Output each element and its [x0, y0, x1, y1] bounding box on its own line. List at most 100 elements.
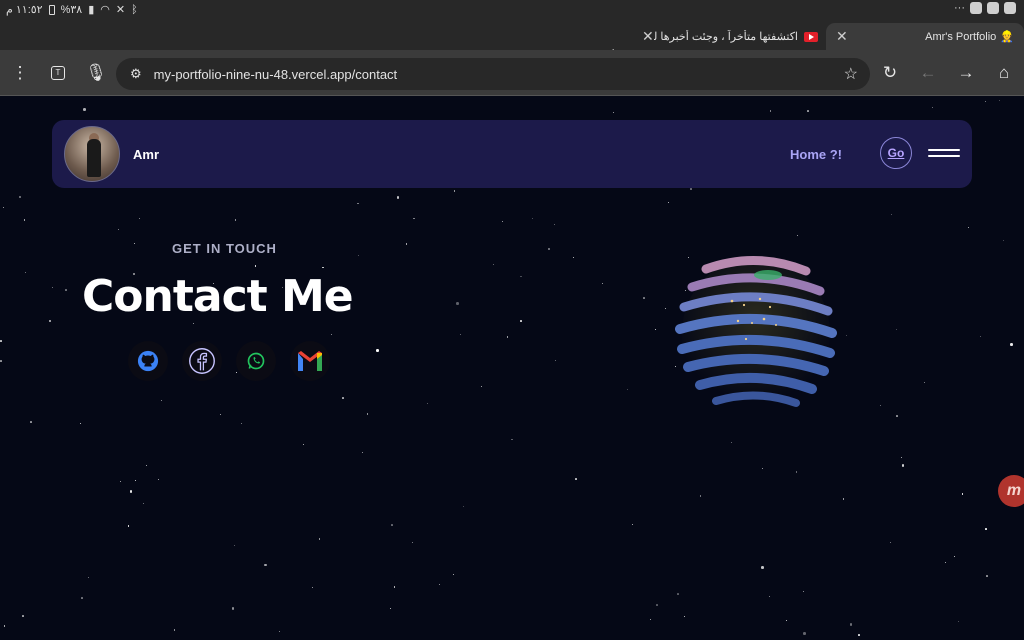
facebook-link[interactable]	[182, 341, 222, 381]
star	[480, 386, 482, 388]
star	[142, 502, 144, 504]
star	[842, 498, 845, 500]
star	[427, 402, 429, 404]
facebook-icon	[189, 348, 215, 374]
star	[626, 388, 628, 390]
back-icon[interactable]: ←	[916, 61, 940, 85]
home-link[interactable]: Home ?!	[790, 147, 842, 162]
brand-name[interactable]: Amr	[133, 147, 159, 162]
star	[0, 360, 2, 362]
star	[803, 590, 805, 592]
star	[677, 593, 679, 595]
star	[279, 630, 281, 632]
avatar[interactable]	[64, 126, 120, 182]
star	[901, 464, 904, 467]
star	[649, 619, 651, 621]
tab-video[interactable]: ✕ اكتشفتها متأخراً ، وجئت أخبرها لك	[634, 23, 826, 50]
browser-toolbar: ⋮ T 🎙 ⚙ my-portfolio-nine-nu-48.vercel.a…	[0, 50, 1024, 96]
star	[953, 556, 955, 558]
star	[984, 101, 986, 103]
site-navbar: Amr Home ?! Go	[52, 120, 972, 188]
star	[18, 195, 22, 199]
home-icon[interactable]: ⌂	[992, 61, 1016, 85]
star	[134, 242, 136, 244]
go-button[interactable]: Go	[880, 137, 912, 169]
star	[389, 607, 391, 609]
gmail-link[interactable]	[290, 341, 330, 381]
star	[554, 223, 556, 225]
page-title: Contact Me	[82, 271, 354, 322]
youtube-icon	[804, 31, 818, 42]
star	[690, 188, 692, 190]
star	[81, 597, 83, 599]
star	[138, 217, 140, 219]
star	[667, 201, 669, 203]
star	[234, 219, 237, 221]
star	[786, 619, 788, 621]
star	[318, 538, 321, 540]
star	[654, 328, 656, 330]
star	[254, 265, 257, 267]
url-text[interactable]: my-portfolio-nine-nu-48.vercel.app/conta…	[154, 67, 398, 82]
gmail-icon	[298, 351, 322, 371]
bookmark-star-icon[interactable]: ☆	[844, 64, 858, 84]
floating-badge[interactable]: m	[998, 475, 1024, 507]
star	[302, 443, 305, 446]
star	[506, 336, 509, 338]
menu-dots-icon[interactable]: ⋮	[8, 61, 32, 85]
clock: ١١:٥٢ م	[6, 4, 43, 16]
planet-3d-model	[675, 255, 837, 409]
star	[161, 399, 163, 401]
star	[87, 576, 90, 579]
signal-icon: ▮	[88, 4, 95, 16]
star	[361, 452, 363, 454]
star	[531, 217, 534, 220]
tab-portfolio[interactable]: ✕ Amr's Portfolio 👷	[826, 23, 1024, 50]
star	[65, 289, 67, 291]
star	[119, 480, 121, 482]
star	[452, 573, 454, 575]
star	[979, 335, 982, 338]
star	[896, 329, 898, 331]
site-settings-icon[interactable]: ⚙	[130, 66, 142, 82]
star	[459, 334, 461, 336]
address-bar[interactable]: ⚙ my-portfolio-nine-nu-48.vercel.app/con…	[116, 58, 870, 90]
star	[357, 255, 359, 257]
reload-icon[interactable]: ↻	[878, 61, 902, 85]
star	[803, 632, 806, 635]
star	[391, 524, 393, 526]
star	[453, 190, 456, 192]
star	[219, 413, 221, 415]
star	[986, 575, 988, 577]
close-tab-icon[interactable]: ✕	[836, 28, 848, 45]
star	[438, 583, 441, 586]
bluetooth-icon: ᛒ	[131, 3, 138, 16]
close-tab-icon[interactable]: ✕	[642, 28, 654, 45]
battery-level: %٣٨	[60, 4, 83, 16]
star	[769, 110, 772, 112]
forward-icon[interactable]: →	[954, 61, 978, 85]
star	[501, 221, 503, 223]
star	[240, 422, 243, 425]
star	[761, 566, 764, 569]
tab-switcher-icon[interactable]: T	[46, 61, 70, 85]
star	[858, 634, 860, 636]
star	[612, 112, 614, 114]
star	[656, 604, 658, 606]
star	[393, 586, 396, 588]
microphone-icon[interactable]: 🎙	[84, 61, 108, 85]
star	[331, 333, 333, 335]
github-link[interactable]	[128, 341, 168, 381]
star	[396, 196, 400, 199]
star	[985, 528, 987, 530]
battery-icon	[48, 4, 55, 15]
star	[768, 596, 770, 598]
app-icon	[970, 2, 982, 14]
star	[157, 478, 160, 481]
star	[129, 490, 133, 493]
hamburger-menu-icon[interactable]	[928, 149, 960, 159]
whatsapp-link[interactable]	[236, 341, 276, 381]
star	[51, 286, 54, 289]
star	[520, 320, 522, 322]
star	[957, 620, 960, 623]
